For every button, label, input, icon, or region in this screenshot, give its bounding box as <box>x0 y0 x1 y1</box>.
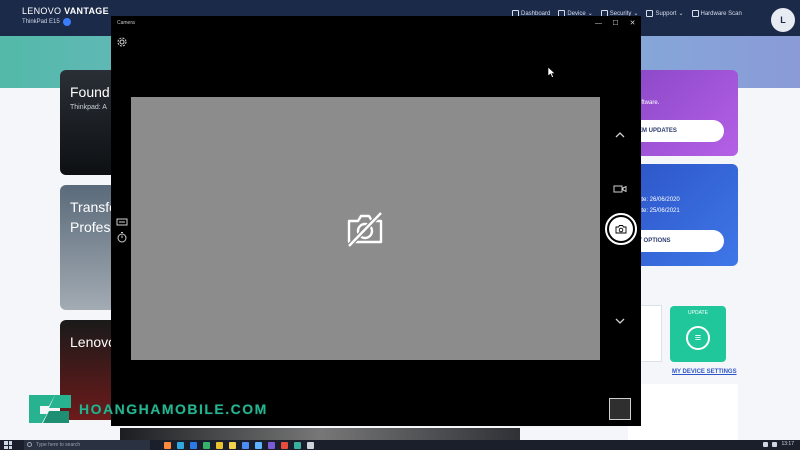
close-button[interactable]: ✕ <box>624 16 641 30</box>
card-title-line: Profes <box>70 219 111 235</box>
nav-support[interactable]: Support ⌄ <box>646 10 684 17</box>
heart-icon <box>646 10 654 17</box>
taskbar-search-input[interactable]: Type here to search <box>24 440 150 450</box>
update-label: UPDATE <box>688 310 708 316</box>
my-device-settings-link[interactable]: MY DEVICE SETTINGS <box>672 369 737 375</box>
verified-icon <box>62 18 71 26</box>
maximize-button[interactable]: ☐ <box>607 16 624 30</box>
gear-icon[interactable] <box>116 36 128 48</box>
taskbar-apps <box>164 441 314 449</box>
taskbar-app-icon[interactable] <box>190 441 197 449</box>
minimize-button[interactable]: — <box>590 16 607 30</box>
nav-label: Hardware Scan <box>700 10 742 17</box>
camera-window: Camera — ☐ ✕ <box>111 16 641 426</box>
taskbar-clock[interactable]: 13:17 <box>781 441 794 447</box>
system-update-card: oftware. EM UPDATES <box>622 70 738 156</box>
nav-hardware-scan[interactable]: Hardware Scan <box>691 10 742 17</box>
volume-icon[interactable] <box>772 441 778 447</box>
photo-thumbnail[interactable] <box>609 398 631 420</box>
lower-card <box>628 384 738 440</box>
device-model: ThinkPad E15 <box>22 18 71 26</box>
warranty-start-date: ate: 26/06/2020 <box>638 197 680 203</box>
timer-icon[interactable] <box>116 231 128 243</box>
brand-prefix: LENOVO <box>22 6 62 16</box>
chevron-up-icon[interactable] <box>611 126 629 144</box>
taskbar-app-icon[interactable] <box>164 441 171 449</box>
window-controls: — ☐ ✕ <box>590 16 641 30</box>
photo-shutter-button[interactable] <box>605 213 637 245</box>
no-camera-icon <box>347 211 383 248</box>
taskbar-app-icon[interactable] <box>307 441 314 449</box>
hoangha-logo-icon <box>29 395 71 423</box>
card-title: Found <box>70 84 110 100</box>
camera-preview <box>131 97 600 360</box>
taskbar-app-icon[interactable] <box>177 441 184 449</box>
network-icon[interactable] <box>763 441 769 447</box>
card-title: Transfo Profes <box>70 197 117 237</box>
hdr-icon[interactable] <box>116 216 128 228</box>
taskbar-app-icon[interactable] <box>216 441 223 449</box>
taskbar-app-icon[interactable] <box>294 441 301 449</box>
camera-window-title: Camera <box>117 20 135 26</box>
taskbar-app-icon[interactable] <box>268 441 275 449</box>
search-placeholder: Type here to search <box>36 442 81 448</box>
taskbar-app-icon[interactable] <box>281 441 288 449</box>
user-avatar[interactable]: L <box>771 8 795 32</box>
start-button[interactable] <box>4 441 12 449</box>
device-model-label: ThinkPad E15 <box>22 19 60 25</box>
watermark: HOANGHAMOBILE.COM <box>25 392 268 426</box>
taskbar-app-icon[interactable] <box>242 441 249 449</box>
vantage-brand: LENOVO VANTAGE <box>22 6 109 16</box>
person-icon <box>691 10 699 17</box>
warranty-end-date: ate: 25/06/2021 <box>638 208 680 214</box>
warranty-card: ate: 26/06/2020 ate: 25/06/2021 Y OPTION… <box>622 164 738 266</box>
promo-text: oftware. <box>638 100 660 106</box>
taskbar-app-icon[interactable] <box>203 441 210 449</box>
video-mode-icon[interactable] <box>613 183 627 195</box>
card-title: Lenovo <box>70 334 116 350</box>
chevron-down-icon[interactable] <box>611 312 629 330</box>
card-title-line: Transfo <box>70 199 117 215</box>
search-icon <box>27 442 32 447</box>
bottom-image-strip <box>120 428 520 440</box>
photo-shutter-icon <box>615 225 627 234</box>
taskbar-app-icon[interactable] <box>229 441 236 449</box>
system-tray: 13:17 <box>763 441 794 447</box>
taskbar-app-icon[interactable] <box>255 441 262 449</box>
nav-label: Support <box>655 10 677 17</box>
update-card[interactable]: UPDATE ≡ <box>670 306 726 362</box>
watermark-text: HOANGHAMOBILE.COM <box>79 401 268 417</box>
mouse-cursor-icon <box>548 67 556 78</box>
card-subtitle: Thinkpad: A <box>70 104 107 111</box>
update-icon: ≡ <box>686 326 710 350</box>
brand-name: VANTAGE <box>64 6 109 16</box>
taskbar: Type here to search 13:17 <box>0 440 800 450</box>
